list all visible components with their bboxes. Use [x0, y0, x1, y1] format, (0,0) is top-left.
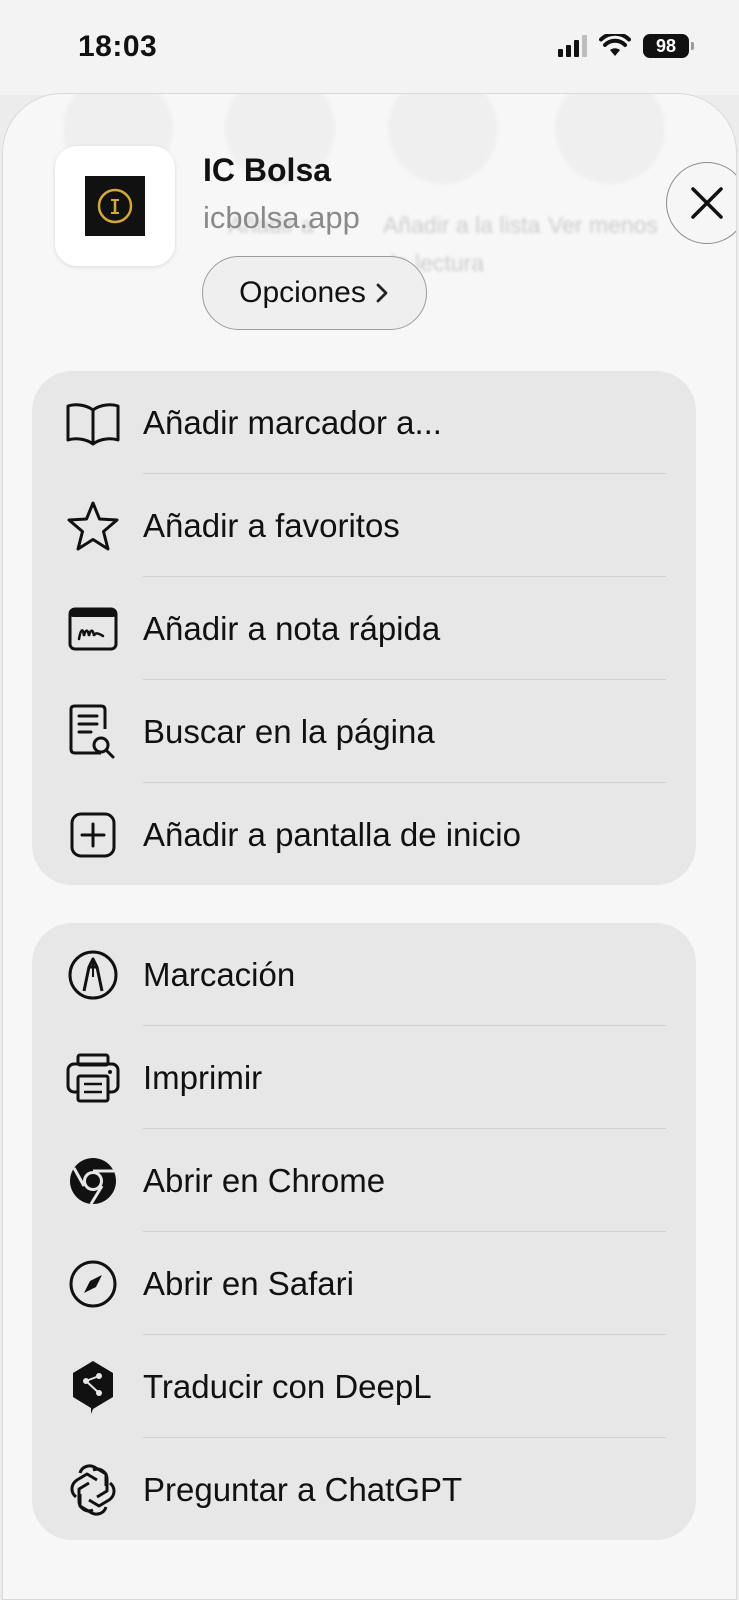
chatgpt-icon: [64, 1462, 122, 1518]
compass-icon: [64, 1256, 122, 1312]
action-open-safari[interactable]: Abrir en Safari: [32, 1232, 696, 1335]
deepl-icon: [64, 1359, 122, 1415]
action-quick-note[interactable]: Añadir a nota rápida: [32, 577, 696, 680]
options-button[interactable]: Opciones: [202, 256, 427, 330]
add-square-icon: [64, 807, 122, 863]
status-bar: 18:03 98: [0, 0, 739, 95]
action-print[interactable]: Imprimir: [32, 1026, 696, 1129]
status-icons: 98: [558, 34, 694, 58]
action-open-chrome[interactable]: Abrir en Chrome: [32, 1129, 696, 1232]
action-ask-chatgpt[interactable]: Preguntar a ChatGPT: [32, 1438, 696, 1541]
options-label: Opciones: [239, 276, 366, 309]
book-icon: [64, 395, 122, 451]
quick-note-icon: [64, 601, 122, 657]
find-in-page-icon: [64, 704, 122, 760]
app-domain: icbolsa.app: [203, 200, 360, 235]
actions-group-secondary: Marcación Imprimir Abrir en Chrome Abrir…: [32, 923, 696, 1540]
action-label: Añadir a nota rápida: [143, 609, 441, 647]
printer-icon: [64, 1050, 122, 1106]
action-find-in-page[interactable]: Buscar en la página: [32, 680, 696, 783]
star-icon: [64, 498, 122, 554]
action-label: Buscar en la página: [143, 712, 435, 750]
action-label: Abrir en Safari: [143, 1264, 354, 1302]
action-label: Añadir marcador a...: [143, 403, 442, 441]
markup-icon: [64, 947, 122, 1003]
battery-icon: 98: [643, 34, 694, 58]
app-icon: [55, 146, 175, 266]
chrome-icon: [64, 1153, 122, 1209]
app-title: IC Bolsa: [203, 152, 332, 188]
action-label: Traducir con DeepL: [143, 1367, 432, 1405]
action-translate-deepl[interactable]: Traducir con DeepL: [32, 1335, 696, 1438]
actions-group-primary: Añadir marcador a... Añadir a favoritos …: [32, 371, 696, 885]
action-add-favorites[interactable]: Añadir a favoritos: [32, 474, 696, 577]
action-label: Marcación: [143, 955, 296, 993]
action-add-home-screen[interactable]: Añadir a pantalla de inicio: [32, 783, 696, 886]
action-markup[interactable]: Marcación: [32, 923, 696, 1026]
close-button[interactable]: [666, 162, 736, 244]
close-icon: [691, 187, 723, 219]
wifi-icon: [599, 34, 631, 56]
action-label: Imprimir: [143, 1058, 263, 1096]
shared-item-header: IC Bolsa icbolsa.app Opciones: [55, 146, 736, 346]
chevron-right-icon: [376, 283, 388, 303]
cellular-signal-icon: [558, 35, 587, 57]
action-label: Añadir a pantalla de inicio: [143, 815, 521, 853]
action-label: Añadir a favoritos: [143, 506, 400, 544]
status-time: 18:03: [78, 30, 158, 63]
share-sheet: Añadir a Añadir a la lista de lectura Ve…: [2, 93, 737, 1600]
app-logo: [85, 176, 145, 236]
action-label: Preguntar a ChatGPT: [143, 1470, 463, 1508]
action-add-bookmark[interactable]: Añadir marcador a...: [32, 371, 696, 474]
action-label: Abrir en Chrome: [143, 1161, 386, 1199]
